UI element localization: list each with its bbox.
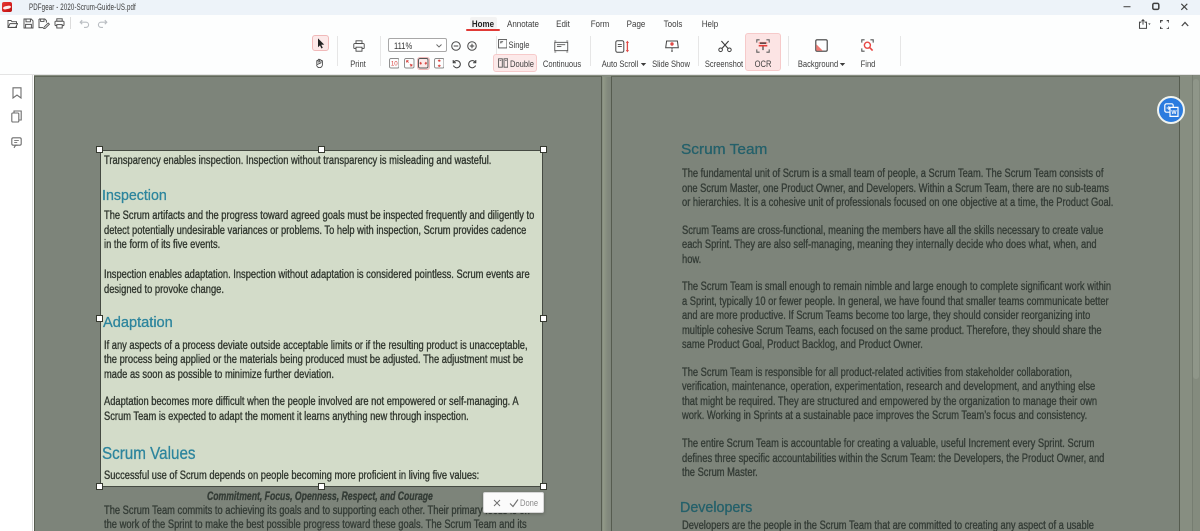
svg-text:10: 10	[390, 61, 397, 68]
svg-text:W: W	[1171, 110, 1177, 116]
